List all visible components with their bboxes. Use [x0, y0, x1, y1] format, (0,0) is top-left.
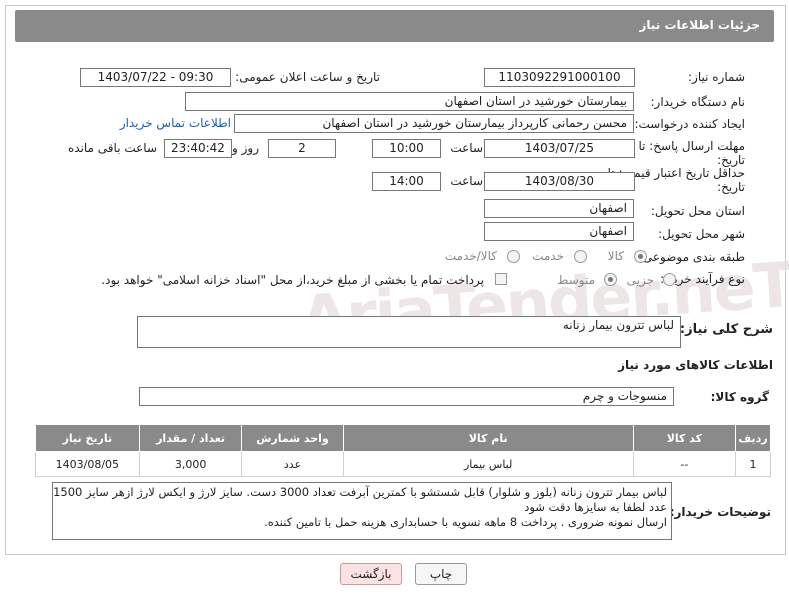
city-label: شهر محل تحویل:	[658, 227, 745, 241]
price-validity-label-2: تاریخ:	[717, 180, 745, 194]
cell-code: --	[632, 451, 737, 477]
buyer-contact-link[interactable]: اطلاعات تماس خریدار	[120, 116, 231, 130]
buyer-org-label: نام دستگاه خریدار:	[650, 95, 746, 109]
city-field[interactable]: اصفهان	[484, 222, 634, 241]
buyer-notes-line-1: لباس بیمار تترون زنانه (بلوز و شلوار) قا…	[53, 485, 667, 499]
reply-time-field[interactable]: 10:00	[372, 139, 441, 158]
requester-label: ایجاد کننده درخواست:	[634, 117, 745, 131]
price-validity-date-field[interactable]: 1403/08/30	[484, 172, 635, 191]
summary-label: شرح کلی نیاز:	[679, 322, 773, 337]
process-radio-medium[interactable]	[604, 273, 617, 286]
goods-group-field[interactable]: منسوجات و چرم	[139, 387, 674, 406]
col-code: کد کالا	[632, 424, 737, 452]
col-index: ردیف	[735, 424, 771, 452]
cell-name: لباس بیمار	[342, 451, 634, 477]
buyer-notes-line-2: عدد لطفا به سایزها دقت شود	[524, 500, 667, 514]
buyer-notes-field[interactable]: لباس بیمار تترون زنانه (بلوز و شلوار) قا…	[52, 482, 672, 540]
buyer-notes-label: توضیحات خریدار:	[669, 505, 771, 519]
buyer-notes-line-3: ارسال نمونه ضروری . پرداخت 8 ماهه تسویه …	[264, 515, 667, 529]
items-table: تاریخ نیاز تعداد / مقدار واحد شمارش نام …	[35, 424, 771, 477]
province-label: استان محل تحویل:	[650, 204, 745, 218]
col-need-date: تاریخ نیاز	[35, 424, 140, 452]
days-label: روز و	[232, 141, 259, 155]
price-validity-time-field[interactable]: 14:00	[372, 172, 441, 191]
goods-section-title: اطلاعات کالاهای مورد نیاز	[618, 358, 773, 372]
remaining-time-field[interactable]: 23:40:42	[164, 139, 232, 158]
category-radio-service[interactable]	[574, 250, 587, 263]
back-button[interactable]: بازگشت	[340, 563, 402, 585]
category-label: طبقه بندی موضوعی:	[638, 250, 745, 264]
category-radio-goods-service[interactable]	[507, 250, 520, 263]
cell-unit: عدد	[241, 451, 344, 477]
summary-field[interactable]: لباس تترون بیمار زنانه	[137, 316, 681, 348]
requester-field[interactable]: محسن رحمانی کارپرداز بیمارستان خورشید در…	[234, 114, 634, 133]
process-radio-minor[interactable]	[663, 273, 676, 286]
page-title: جزئیات اطلاعات نیاز	[639, 18, 760, 32]
print-button[interactable]: چاپ	[415, 563, 467, 585]
price-validity-time-label: ساعت	[450, 174, 483, 188]
reply-deadline-label: مهلت ارسال پاسخ: تا	[638, 139, 745, 153]
table-header-row: تاریخ نیاز تعداد / مقدار واحد شمارش نام …	[35, 424, 771, 452]
need-number-field[interactable]: 1103092291000100	[484, 68, 635, 87]
col-qty: تعداد / مقدار	[138, 424, 243, 452]
process-option-minor: جزیی	[626, 273, 654, 287]
announce-label: تاریخ و ساعت اعلان عمومی:	[235, 70, 380, 84]
reply-time-label: ساعت	[450, 141, 483, 155]
col-name: نام کالا	[342, 424, 634, 452]
need-number-label: شماره نیاز:	[688, 70, 745, 84]
buyer-org-field[interactable]: بیمارستان خورشید در استان اصفهان	[185, 92, 634, 111]
reply-date-field[interactable]: 1403/07/25	[484, 139, 635, 158]
goods-group-label: گروه کالا:	[710, 390, 769, 404]
cell-index: 1	[735, 451, 771, 477]
category-option-service: خدمت	[532, 249, 564, 263]
category-radio-goods[interactable]	[634, 250, 647, 263]
remaining-label: ساعت باقی مانده	[67, 141, 157, 155]
announce-field[interactable]: 1403/07/22 - 09:30	[80, 68, 231, 87]
category-option-goods-service: کالا/خدمت	[444, 249, 497, 263]
cell-need-date: 1403/08/05	[35, 451, 140, 477]
reply-deadline-label-2: تاریخ:	[717, 153, 745, 167]
process-option-medium: متوسط	[557, 273, 595, 287]
table-row[interactable]: 1403/08/05 3,000 عدد لباس بیمار -- 1	[35, 451, 771, 477]
cell-qty: 3,000	[138, 451, 243, 477]
col-unit: واحد شمارش	[241, 424, 344, 452]
treasury-payment-checkbox[interactable]	[495, 273, 507, 285]
category-option-goods: کالا	[607, 249, 624, 263]
payment-note: پرداخت تمام یا بخشی از مبلغ خرید،از محل …	[101, 273, 484, 287]
days-field[interactable]: 2	[268, 139, 336, 158]
province-field[interactable]: اصفهان	[484, 199, 634, 218]
page-header: جزئیات اطلاعات نیاز	[15, 10, 774, 42]
